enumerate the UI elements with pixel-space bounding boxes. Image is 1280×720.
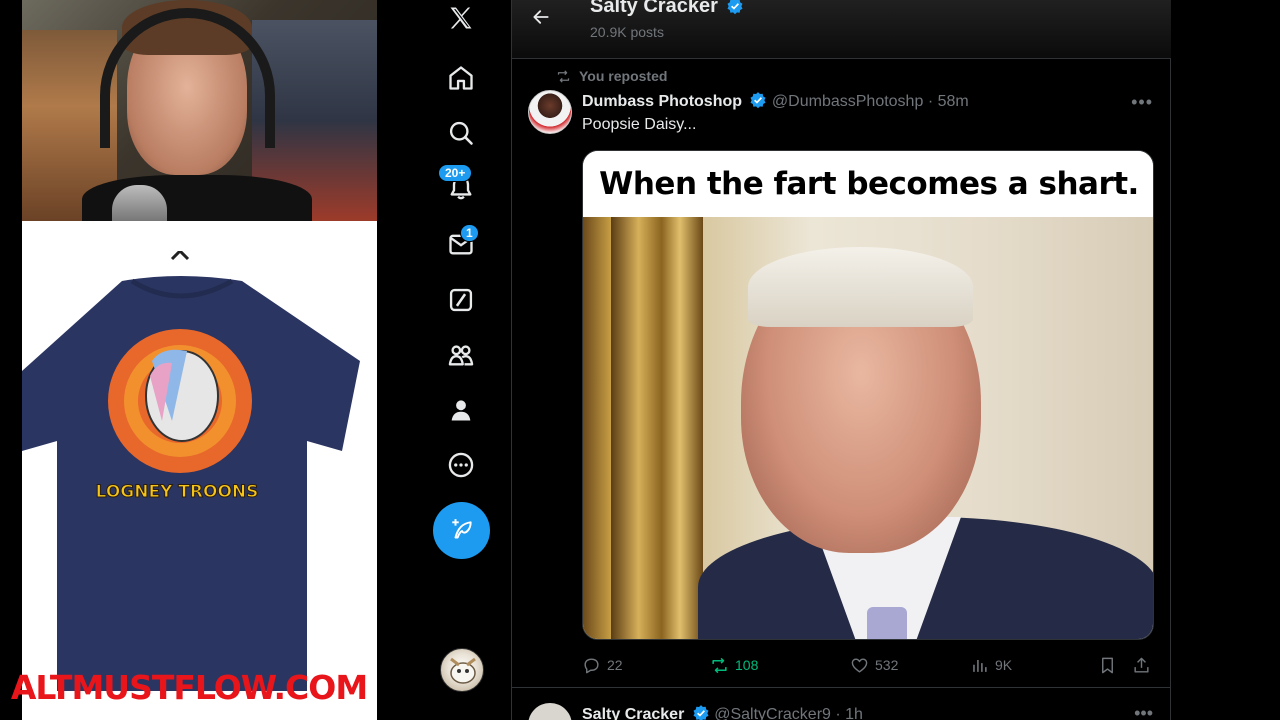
webcam-feed	[22, 0, 377, 221]
white-hair	[748, 247, 973, 327]
reply-button[interactable]: 22	[582, 653, 623, 677]
profile-name: Salty Cracker	[590, 0, 718, 17]
notifications-badge: 20+	[438, 164, 473, 182]
home-icon[interactable]	[430, 56, 492, 100]
profile-icon[interactable]	[430, 388, 492, 432]
repost-button[interactable]: 108	[710, 653, 758, 677]
quill-plus-icon	[451, 518, 472, 538]
tweet[interactable]: You reposted Dumbass Photoshop @DumbassP…	[512, 60, 1171, 688]
tweet-media[interactable]: When the fart becomes a shart.	[582, 150, 1154, 640]
share-button[interactable]	[1132, 653, 1151, 677]
tweet-author-name[interactable]: Salty Cracker	[582, 706, 684, 720]
gilded-frame	[611, 217, 703, 639]
profile-name-row: Salty Cracker	[590, 0, 744, 18]
like-button[interactable]: 532	[850, 653, 898, 677]
tweet-author-avatar[interactable]	[528, 703, 572, 720]
tweet-text: Poopsie Daisy...	[582, 116, 697, 133]
x-logo-icon[interactable]	[430, 0, 492, 40]
bookmark-button[interactable]	[1098, 653, 1117, 677]
views-icon	[973, 659, 987, 672]
more-options-icon[interactable]: •••	[1134, 703, 1153, 720]
verified-badge-icon	[727, 0, 743, 15]
like-count: 532	[875, 657, 899, 673]
profile-header: Salty Cracker 20.9K posts	[512, 0, 1171, 59]
views-button[interactable]: 9K	[970, 653, 1012, 677]
main-column: Salty Cracker 20.9K posts You reposted D…	[511, 0, 1171, 720]
more-options-icon[interactable]: •••	[1131, 92, 1153, 113]
tweet[interactable]: Salty Cracker @SaltyCracker9 · 1h •••	[512, 689, 1171, 720]
repost-icon	[557, 69, 570, 83]
repost-count: 108	[735, 657, 759, 673]
arrow-left-icon	[533, 10, 549, 24]
bookmark-icon	[1102, 657, 1113, 673]
tweet-author-handle[interactable]: @SaltyCracker9	[714, 706, 831, 720]
tweet-timestamp[interactable]: · 58m	[928, 93, 969, 110]
grok-icon[interactable]	[430, 278, 492, 322]
messages-badge: 1	[460, 224, 479, 242]
shop-url: ALTMUSTFLOW.COM	[10, 668, 368, 707]
merch-ad: LOGNEY TROONS	[22, 221, 377, 720]
account-avatar[interactable]	[440, 648, 484, 692]
meme-caption: When the fart becomes a shart.	[583, 151, 1153, 217]
meme-photo	[583, 217, 1153, 639]
reply-count: 22	[607, 657, 623, 673]
repost-indicator: You reposted	[556, 68, 667, 84]
tweet-timestamp[interactable]: · 1h	[835, 706, 863, 720]
tweet-author-handle[interactable]: @DumbassPhotoshp	[772, 93, 923, 110]
heart-icon	[851, 657, 868, 673]
share-icon	[1134, 657, 1149, 673]
stream-overlay: LOGNEY TROONS ALTMUSTFLOW.COM	[0, 0, 378, 720]
primary-nav: 20+ 1	[430, 0, 492, 720]
search-icon[interactable]	[430, 111, 492, 155]
notifications-icon[interactable]: 20+	[430, 164, 492, 210]
messages-icon[interactable]: 1	[430, 222, 492, 266]
back-button[interactable]	[528, 4, 554, 30]
verified-badge-icon	[750, 92, 766, 109]
reply-icon	[584, 657, 599, 673]
tweet-actions: 22 108 532 9K	[582, 653, 1154, 677]
tshirt-image: LOGNEY TROONS	[22, 251, 360, 691]
repost-label: You reposted	[579, 68, 668, 84]
more-icon[interactable]	[430, 443, 492, 487]
tie	[867, 607, 907, 639]
profile-post-count: 20.9K posts	[590, 24, 664, 40]
communities-icon[interactable]	[430, 333, 492, 377]
repost-icon	[712, 657, 727, 673]
tweet-header: Salty Cracker @SaltyCracker9 · 1h	[582, 704, 863, 720]
compose-post-button[interactable]	[433, 502, 490, 559]
tweet-author-avatar[interactable]	[528, 90, 572, 134]
tweet-author-name[interactable]: Dumbass Photoshop	[582, 93, 742, 110]
verified-badge-icon	[693, 705, 709, 720]
views-count: 9K	[995, 657, 1013, 673]
tweet-header: Dumbass Photoshop @DumbassPhotoshp · 58m	[582, 91, 969, 111]
shirt-print-text: LOGNEY TROONS	[96, 482, 259, 502]
